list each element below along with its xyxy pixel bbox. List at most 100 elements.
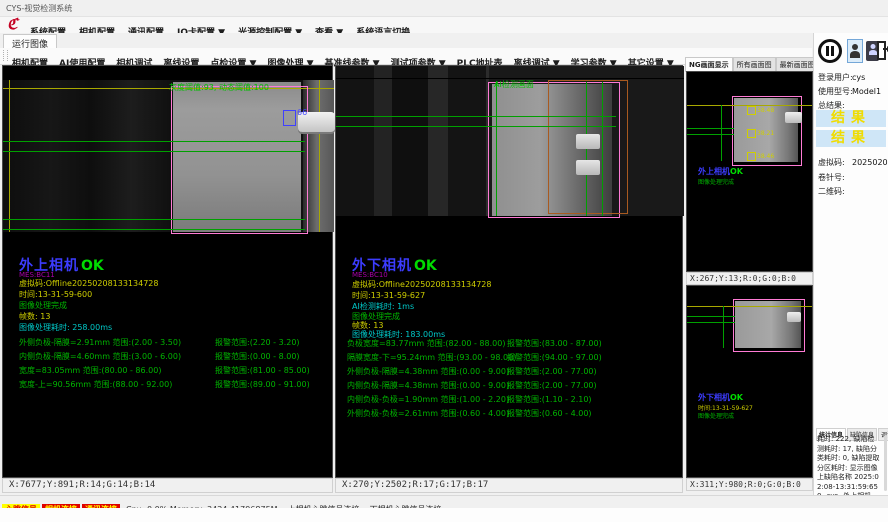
measurement-row: 宽度=83.05mm 范围:(80.00 - 86.00)报警范围:(81.00… [19, 365, 310, 379]
model-label: 使用型号: [818, 86, 852, 97]
measurement-alarm: 报警范围:(2.00 - 77.00) [507, 367, 597, 376]
marker-box-icon [747, 129, 756, 138]
vcode-row: 虚拟码:20250208 [818, 157, 888, 168]
overlay-probe-rect [283, 110, 296, 126]
result-elapsed: 图像处理耗时: 258.00ms [19, 322, 112, 333]
needle-row: 卷针号: [818, 172, 852, 183]
qr-row: 二维码: [818, 186, 852, 197]
overlay-roi-rect [171, 86, 308, 234]
measurement-row: 隔膜宽度-下=95.24mm 范围:(93.00 - 98.00)报警范围:(9… [347, 352, 602, 366]
result-box-upper: 结果 [816, 110, 886, 127]
overlay-green-hline [3, 151, 305, 152]
thumb-view-lower[interactable]: 外下相机OK 时间:13-31-59-627 图像处理完成 [686, 285, 813, 478]
overlay-green-hline [3, 141, 305, 142]
overlay-green-hline [3, 229, 305, 230]
thumb-view-upper[interactable]: 38.48 38.21 38.46 外上相机OK 图像处理完成 [686, 71, 813, 272]
measurement-name: 内侧负极-隔膜=4.60mm 范围:(3.00 - 6.00) [19, 351, 215, 362]
measurement-name: 内侧负极-隔膜=4.38mm 范围:(0.00 - 9.00) [347, 380, 507, 391]
measurement-row: 负极宽度=83.77mm 范围:(82.00 - 88.00)报警范围:(83.… [347, 338, 602, 352]
measurement-alarm: 报警范围:(89.00 - 91.00) [215, 380, 310, 389]
camera-view-outer-upper[interactable]: 66 灰度阈值:93, 动态阈值:100 外上相机OK MES:BC11 虚拟码… [2, 65, 333, 478]
needle-label: 卷针号: [818, 172, 852, 183]
thumb-camera-name: 外下相机 [698, 393, 730, 402]
bottom-spacer [0, 508, 888, 522]
thumb-caption: 外上相机OK [698, 166, 743, 177]
overlay-yellow-hline [687, 306, 812, 307]
overlay-green-hline [687, 316, 735, 317]
thumb-caption: 外下相机OK [698, 392, 743, 403]
result-status: OK [414, 258, 437, 274]
measurement-name: 宽度=83.05mm 范围:(80.00 - 86.00) [19, 365, 215, 376]
result-box-lower: 结果 [816, 130, 886, 147]
overlay-green-vline [586, 82, 587, 216]
result-frames: 帧数: 13 [19, 311, 50, 322]
pixel-coords-left: X:7677;Y:891;R:14;G:14;B:14 [2, 478, 333, 493]
measurement-row: 内侧负极-隔膜=4.60mm 范围:(3.00 - 6.00)报警范围:(0.0… [19, 351, 310, 365]
result-mes: MES:BC10 [352, 271, 388, 279]
stats-scrollbar[interactable] [884, 435, 887, 491]
result-time: 时间:13-31-59-627 [352, 290, 425, 301]
measurement-name: 内侧负极-负极=1.90mm 范围:(1.00 - 2.20) [347, 394, 507, 405]
tab-strip: 运行图像 [0, 33, 812, 49]
measurement-row: 外侧负极-隔膜=4.38mm 范围:(0.00 - 9.00)报警范围:(2.0… [347, 366, 602, 380]
measurement-name: 负极宽度=83.77mm 范围:(82.00 - 88.00) [347, 338, 507, 349]
result-status: OK [81, 258, 104, 274]
thumb-camera-name: 外上相机 [698, 167, 730, 176]
toolbar-grip[interactable] [3, 50, 8, 61]
pixel-coords-right: X:270;Y:2502;R:17;G:17;B:17 [335, 478, 683, 493]
title-bar: CYS-视觉检测系统 [0, 0, 888, 17]
measurement-row: 内侧负极-负极=1.90mm 范围:(1.00 - 2.20)报警范围:(1.1… [347, 394, 602, 408]
overlay-green-hline [336, 116, 616, 117]
overlay-green-vline [723, 306, 724, 348]
bright-blob [576, 160, 600, 175]
thumb-tab-all[interactable]: 所有画面图 [733, 57, 776, 72]
measurement-name: 外侧负极-负极=2.61mm 范围:(0.60 - 4.00) [347, 408, 507, 419]
overlay-green-vline [496, 82, 497, 216]
marker: 38.46 [747, 146, 774, 165]
login-row: 登录用户:cys [818, 72, 865, 83]
result-time: 时间:13-31-59-600 [19, 289, 92, 300]
thumb-subline: 图像处理完成 [698, 177, 734, 186]
measurement-row: 外侧负极-负极=2.61mm 范围:(0.60 - 4.00)报警范围:(0.6… [347, 408, 602, 422]
result-done: 图像处理完成 [19, 300, 67, 311]
app-logo-icon: ℭ [7, 15, 18, 33]
thumb-status: OK [730, 393, 743, 402]
marker: 38.21 [747, 123, 774, 142]
measurement-alarm: 报警范围:(94.00 - 97.00) [507, 353, 602, 362]
window-title: CYS-视觉检测系统 [6, 3, 72, 14]
measurement-row: 外侧负极-隔膜=2.91mm 范围:(2.00 - 3.50)报警范围:(2.2… [19, 337, 310, 351]
exit-door-icon [877, 41, 886, 60]
marker-label: 38.46 [757, 153, 774, 160]
tab-connector-blob [787, 312, 801, 322]
exit-button[interactable] [877, 40, 888, 62]
measurement-alarm: 报警范围:(1.10 - 2.10) [507, 395, 592, 404]
overlay-yellow-vline [9, 80, 10, 232]
qr-label: 二维码: [818, 186, 852, 197]
user-login-button[interactable] [847, 39, 863, 63]
overlay-green-hline [336, 126, 616, 127]
marker: 38.48 [747, 100, 774, 119]
camera-view-outer-lower[interactable]: AI检测画面 外下相机OK MES:BC10 虚拟码:Offline202502… [335, 65, 683, 478]
measurement-name: 外侧负极-隔膜=4.38mm 范围:(0.00 - 9.00) [347, 366, 507, 377]
model-row: 使用型号:Model1 [818, 86, 881, 97]
measurement-alarm: 报警范围:(0.00 - 8.00) [215, 352, 300, 361]
overlay-green-vline [602, 82, 603, 216]
marker-label: 38.48 [757, 107, 774, 114]
overlay-green-hline [3, 219, 305, 220]
pause-icon [826, 46, 829, 56]
thumb-subline: 图像处理完成 [698, 411, 734, 420]
control-panel: 登录用户:cys 使用型号:Model1 总结果: 结果 结果 虚拟码:2025… [813, 33, 888, 495]
vcode-value: 20250208 [852, 158, 888, 167]
menu-bar: ℭ 系统配置相机配置通讯配置IO卡配置 ▼光源控制配置 ▼查看 ▼系统语言切换 [0, 17, 888, 33]
bright-blob [576, 134, 600, 149]
measurement-name: 隔膜宽度-下=95.24mm 范围:(93.00 - 98.00) [347, 352, 507, 363]
marker-label: 38.21 [757, 130, 774, 137]
pause-button[interactable] [818, 39, 842, 63]
measurement-list: 外侧负极-隔膜=2.91mm 范围:(2.00 - 3.50)报警范围:(2.2… [19, 337, 310, 393]
id-card-icon [870, 44, 875, 49]
model-value: Model1 [852, 87, 881, 96]
thumb-status: OK [730, 167, 743, 176]
thumb-tab-ng[interactable]: NG画面显示 [685, 57, 733, 72]
overlay-green-hline [687, 322, 735, 323]
measurement-alarm: 报警范围:(83.00 - 87.00) [507, 339, 602, 348]
